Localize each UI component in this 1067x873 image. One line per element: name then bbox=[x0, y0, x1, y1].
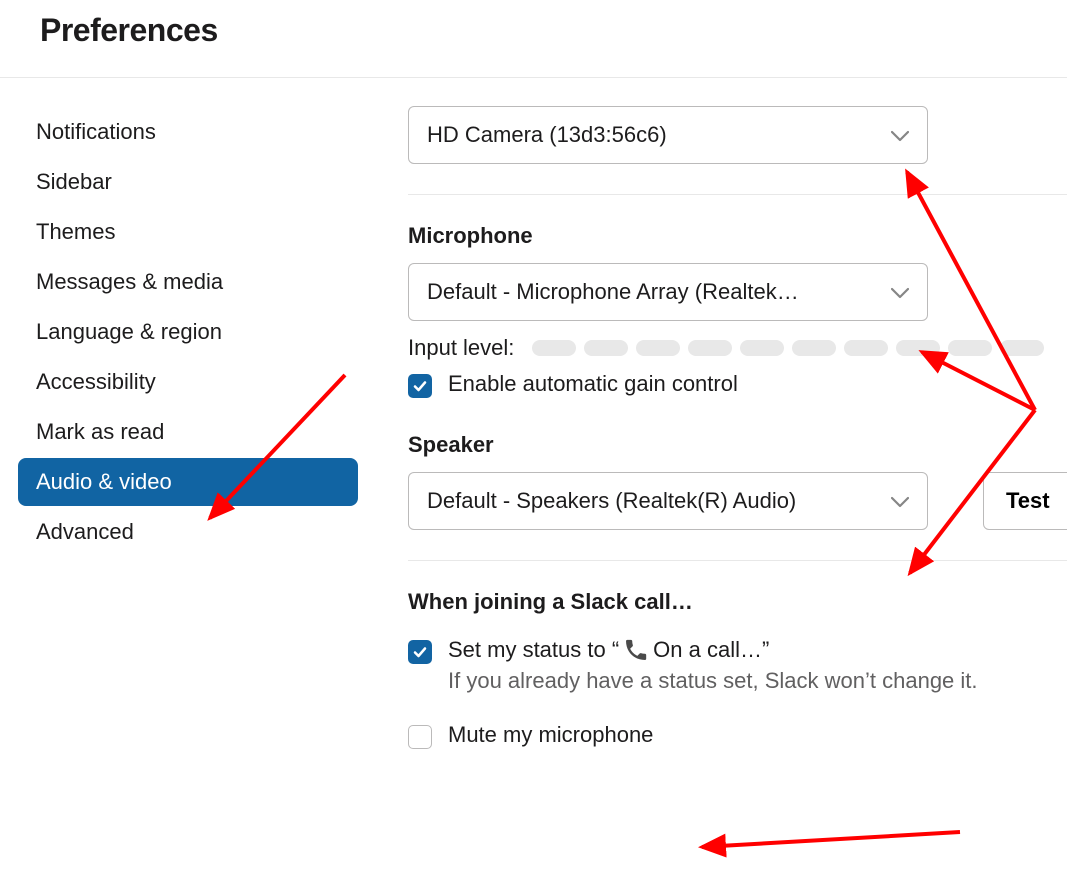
set-status-checkbox[interactable] bbox=[408, 640, 432, 664]
sidebar-item-language-region[interactable]: Language & region bbox=[18, 308, 358, 356]
set-status-text: On a call… bbox=[653, 637, 762, 663]
section-divider bbox=[408, 194, 1067, 195]
sidebar-item-messages-media[interactable]: Messages & media bbox=[18, 258, 358, 306]
input-level-label: Input level: bbox=[408, 335, 514, 361]
sidebar-item-audio-video[interactable]: Audio & video bbox=[18, 458, 358, 506]
microphone-select[interactable]: Default - Microphone Array (Realtek… bbox=[408, 263, 928, 321]
sidebar-item-mark-as-read[interactable]: Mark as read bbox=[18, 408, 358, 456]
gain-control-checkbox[interactable] bbox=[408, 374, 432, 398]
sidebar: Notifications Sidebar Themes Messages & … bbox=[0, 106, 358, 749]
gain-control-label: Enable automatic gain control bbox=[448, 371, 738, 397]
test-speaker-button[interactable]: Test bbox=[983, 472, 1067, 530]
chevron-down-icon bbox=[891, 122, 909, 148]
chevron-down-icon bbox=[891, 488, 909, 514]
mute-microphone-checkbox[interactable] bbox=[408, 725, 432, 749]
microphone-select-value: Default - Microphone Array (Realtek… bbox=[427, 279, 799, 305]
speaker-select[interactable]: Default - Speakers (Realtek(R) Audio) bbox=[408, 472, 928, 530]
sidebar-item-themes[interactable]: Themes bbox=[18, 208, 358, 256]
camera-select-value: HD Camera (13d3:56c6) bbox=[427, 122, 667, 148]
section-divider bbox=[408, 560, 1067, 561]
chevron-down-icon bbox=[891, 279, 909, 305]
sidebar-item-advanced[interactable]: Advanced bbox=[18, 508, 358, 556]
camera-select[interactable]: HD Camera (13d3:56c6) bbox=[408, 106, 928, 164]
mute-microphone-label: Mute my microphone bbox=[448, 722, 653, 748]
sidebar-item-sidebar[interactable]: Sidebar bbox=[18, 158, 358, 206]
set-status-hint: If you already have a status set, Slack … bbox=[448, 668, 1067, 694]
sidebar-item-accessibility[interactable]: Accessibility bbox=[18, 358, 358, 406]
speaker-label: Speaker bbox=[408, 432, 1067, 458]
sidebar-item-notifications[interactable]: Notifications bbox=[18, 108, 358, 156]
call-section-heading: When joining a Slack call… bbox=[408, 589, 1067, 615]
phone-icon bbox=[623, 637, 649, 663]
set-status-suffix: ” bbox=[762, 637, 769, 663]
microphone-label: Microphone bbox=[408, 223, 1067, 249]
page-title: Preferences bbox=[40, 12, 1027, 49]
speaker-select-value: Default - Speakers (Realtek(R) Audio) bbox=[427, 488, 796, 514]
input-level-meter bbox=[532, 340, 1044, 356]
main-content: HD Camera (13d3:56c6) Microphone Default… bbox=[358, 106, 1067, 749]
set-status-prefix: Set my status to “ bbox=[448, 637, 619, 663]
